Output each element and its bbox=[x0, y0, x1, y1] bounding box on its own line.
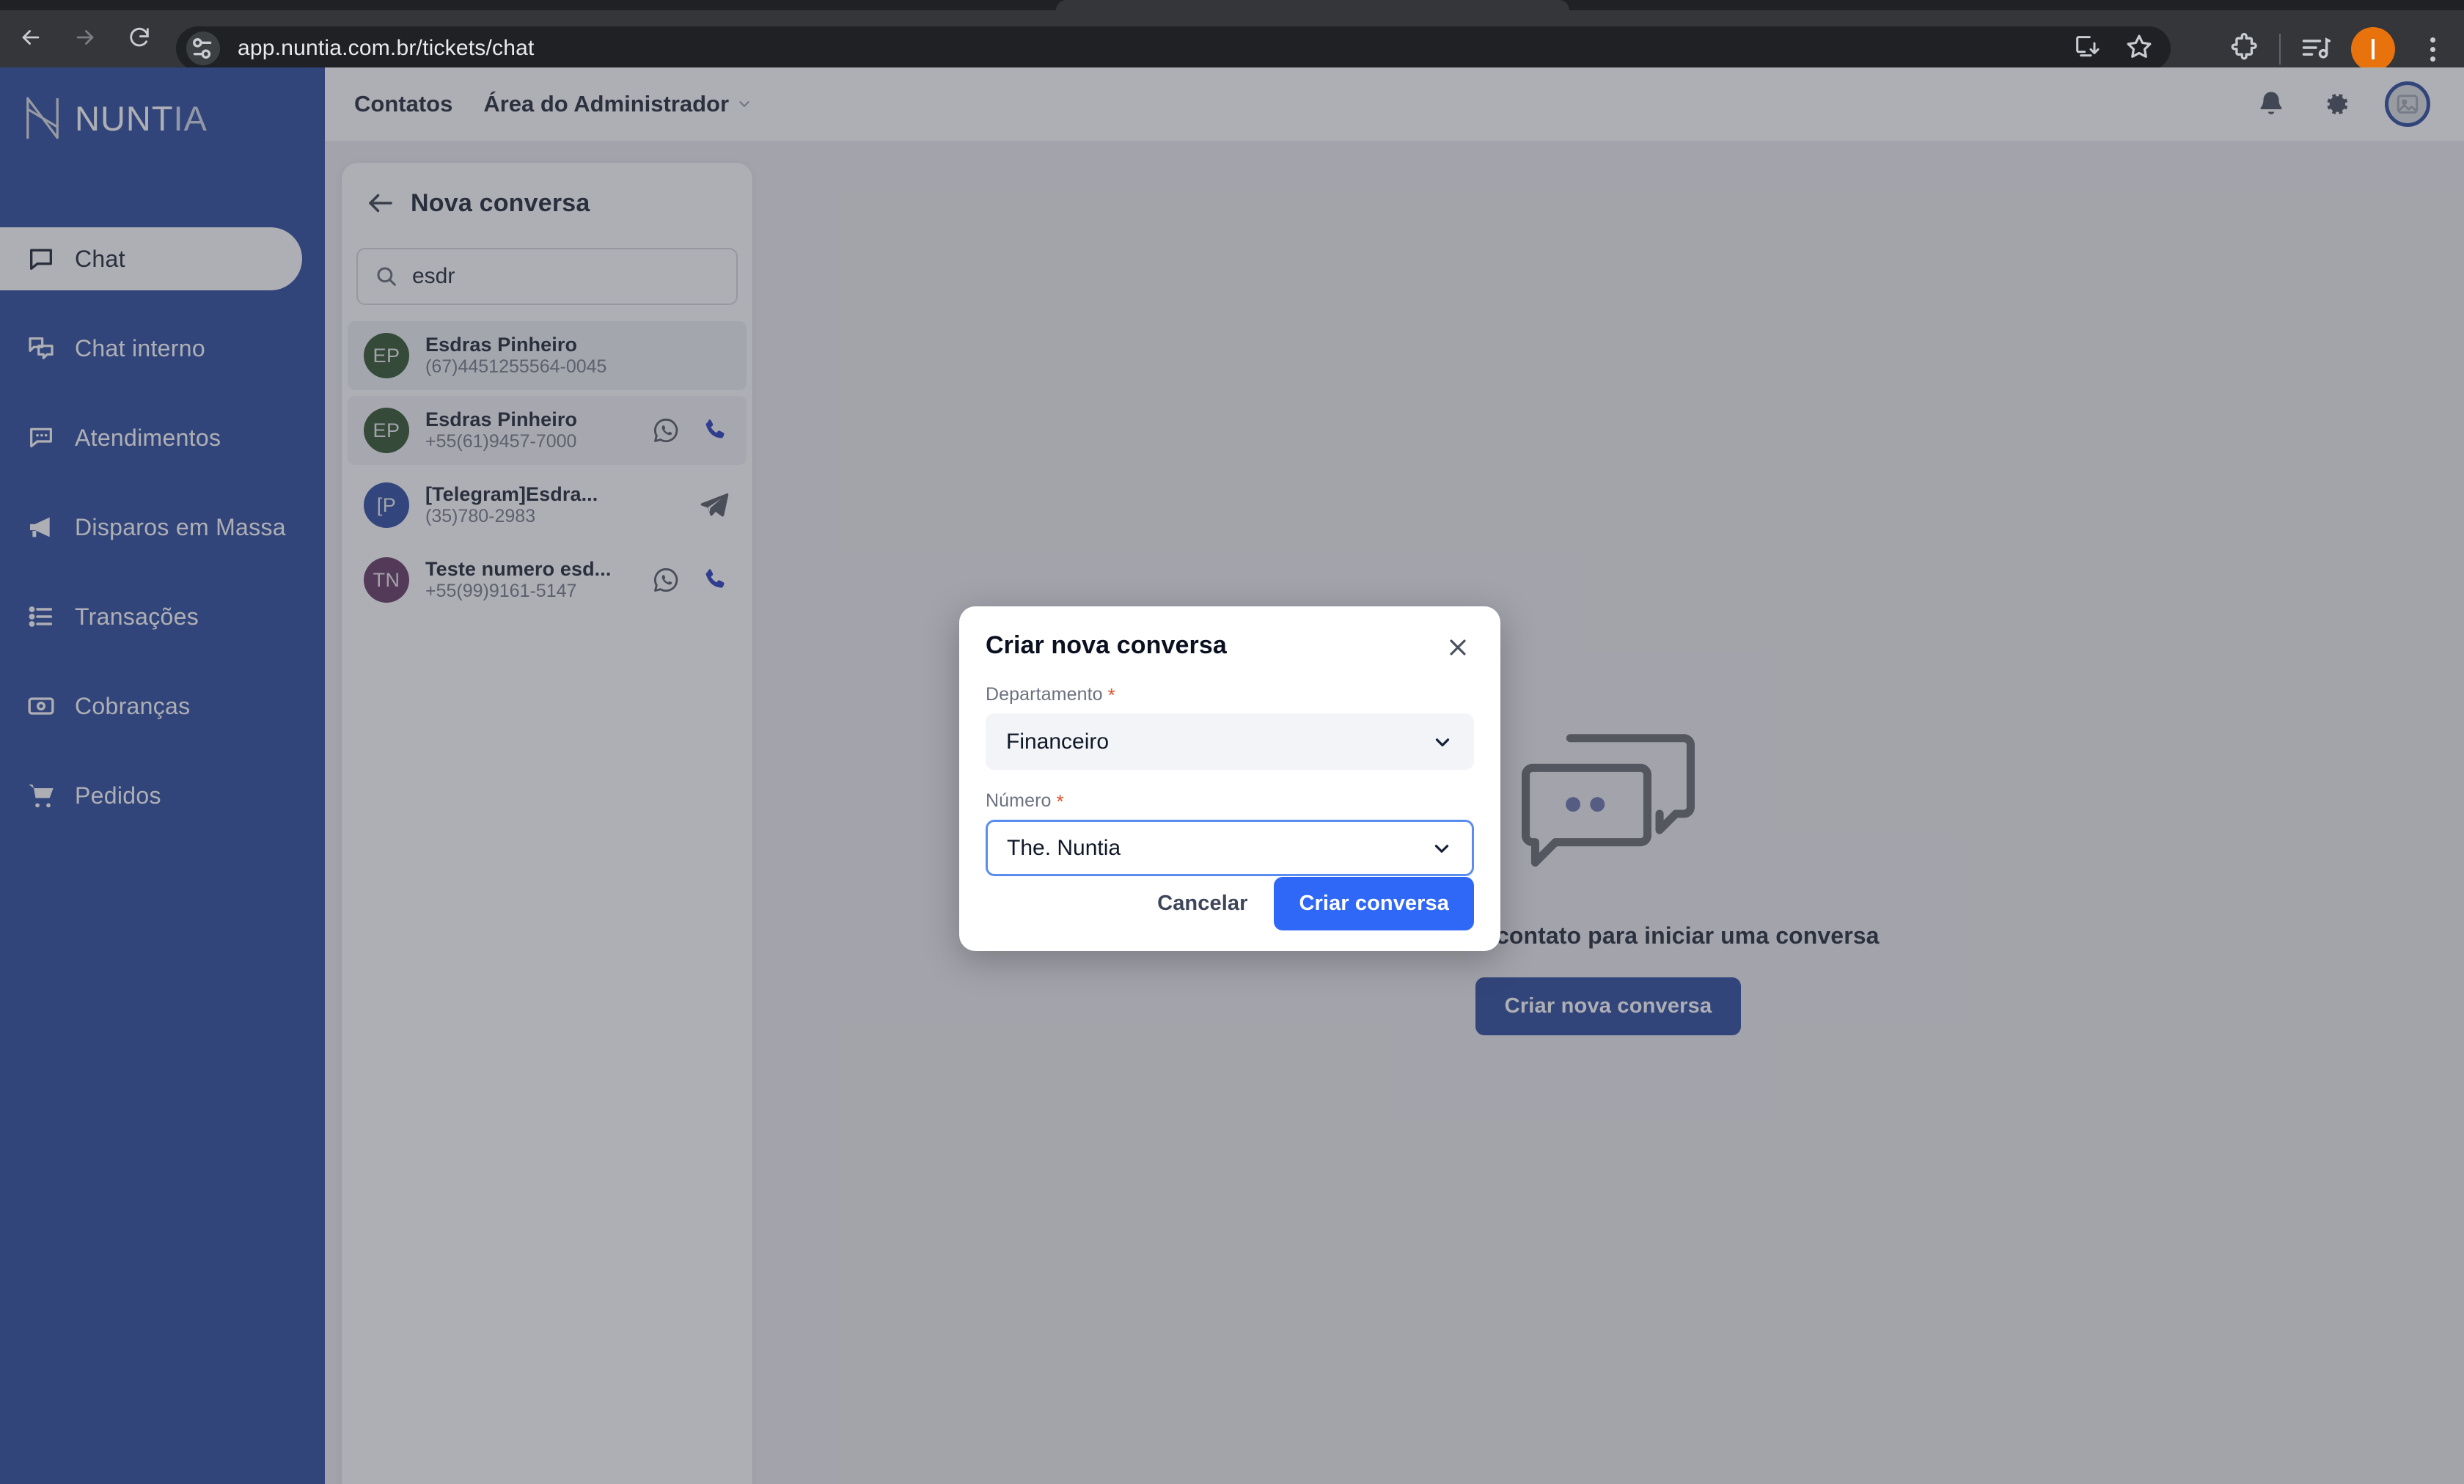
create-conversation-modal: Criar nova conversa Departamento * Finan… bbox=[959, 606, 1500, 951]
reload-icon bbox=[127, 25, 152, 54]
site-settings-icon[interactable] bbox=[186, 32, 220, 65]
forward-button[interactable] bbox=[62, 15, 109, 62]
modal-header: Criar nova conversa bbox=[986, 631, 1474, 664]
numero-select[interactable]: The. Nuntia bbox=[986, 820, 1474, 876]
kebab-menu-icon[interactable] bbox=[2414, 37, 2451, 62]
browser-toolbar: app.nuntia.com.br/tickets/chat bbox=[0, 10, 2464, 71]
star-icon[interactable] bbox=[2124, 32, 2155, 66]
modal-actions: Cancelar Criar conversa bbox=[1153, 877, 1474, 930]
cancel-button[interactable]: Cancelar bbox=[1153, 881, 1252, 926]
required-marker: * bbox=[1056, 790, 1064, 812]
app-root: NUNTIA Chat Chat interno Atendimentos Di… bbox=[0, 67, 2464, 1484]
toolbar-divider bbox=[2279, 34, 2281, 65]
modal-title: Criar nova conversa bbox=[986, 631, 1227, 659]
close-icon[interactable] bbox=[1442, 631, 1474, 664]
required-marker: * bbox=[1107, 683, 1115, 706]
field-label-text: Departamento bbox=[986, 684, 1103, 705]
field-departamento: Departamento * Financeiro bbox=[986, 684, 1474, 770]
select-value: The. Nuntia bbox=[1007, 835, 1121, 860]
browser-chrome: app.nuntia.com.br/tickets/chat bbox=[0, 0, 2464, 71]
install-app-icon[interactable] bbox=[2072, 32, 2102, 65]
reload-button[interactable] bbox=[116, 15, 163, 62]
forward-arrow-icon bbox=[73, 25, 98, 54]
field-label: Departamento * bbox=[986, 684, 1474, 705]
media-control-icon[interactable] bbox=[2300, 32, 2332, 67]
browser-tabstrip bbox=[0, 0, 2464, 10]
extensions-puzzle-icon[interactable] bbox=[2228, 32, 2260, 67]
chevron-down-icon bbox=[1431, 837, 1453, 859]
url-text: app.nuntia.com.br/tickets/chat bbox=[238, 36, 535, 60]
back-button[interactable] bbox=[7, 15, 54, 62]
field-label: Número * bbox=[986, 790, 1474, 812]
field-numero: Número * The. Nuntia bbox=[986, 790, 1474, 876]
address-bar[interactable]: app.nuntia.com.br/tickets/chat bbox=[176, 26, 2171, 70]
select-value: Financeiro bbox=[1006, 729, 1110, 754]
omnibox-actions bbox=[2072, 26, 2155, 70]
back-arrow-icon bbox=[18, 25, 43, 54]
profile-avatar-icon[interactable] bbox=[2351, 27, 2395, 71]
chevron-down-icon bbox=[1431, 731, 1453, 753]
field-label-text: Número bbox=[986, 790, 1052, 811]
submit-create-conversation-button[interactable]: Criar conversa bbox=[1274, 877, 1474, 930]
browser-tab[interactable] bbox=[1056, 0, 1569, 10]
departamento-select[interactable]: Financeiro bbox=[986, 713, 1474, 770]
